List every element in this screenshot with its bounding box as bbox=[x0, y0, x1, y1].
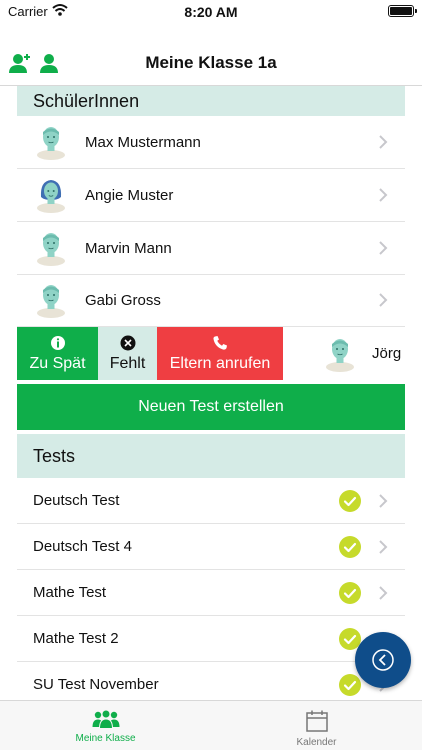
student-row[interactable]: Gabi Gross bbox=[17, 274, 405, 327]
student-row[interactable]: Max Mustermann bbox=[17, 116, 405, 169]
student-name: Gabi Gross bbox=[85, 291, 161, 309]
student-row[interactable]: Marvin Mann bbox=[17, 222, 405, 275]
back-fab-button[interactable] bbox=[355, 632, 411, 688]
male-student-avatar bbox=[33, 124, 69, 160]
create-test-button[interactable]: Neuen Test erstellen bbox=[17, 384, 405, 430]
check-icon bbox=[339, 535, 361, 558]
male-student-avatar bbox=[33, 282, 69, 318]
status-time: 8:20 AM bbox=[184, 4, 238, 20]
battery-icon bbox=[388, 5, 417, 17]
chevron-right-icon bbox=[377, 494, 389, 508]
tab-bar: Meine Klasse Kalender bbox=[0, 700, 422, 750]
calendar-icon bbox=[305, 710, 328, 732]
x-circle-icon bbox=[120, 335, 135, 351]
swiped-student: Jörg bbox=[322, 327, 401, 380]
chevron-right-icon bbox=[377, 135, 389, 149]
chevron-right-icon bbox=[377, 241, 389, 255]
tab-kalender[interactable]: Kalender bbox=[211, 701, 422, 751]
students-section-title: SchülerInnen bbox=[33, 90, 140, 111]
chevron-left-circle-icon bbox=[372, 649, 394, 671]
chevron-right-icon bbox=[377, 293, 389, 307]
late-action-button[interactable]: Zu Spät bbox=[17, 327, 98, 380]
students-section-header: SchülerInnen bbox=[17, 86, 405, 116]
tab-label: Kalender bbox=[296, 737, 337, 748]
test-row[interactable]: Deutsch Test 4 bbox=[17, 524, 405, 570]
test-row[interactable]: Deutsch Test bbox=[17, 478, 405, 524]
tests-section-header: Tests bbox=[17, 434, 405, 478]
tests-section-title: Tests bbox=[33, 445, 76, 466]
chevron-right-icon bbox=[377, 540, 389, 554]
test-row[interactable]: Mathe Test bbox=[17, 570, 405, 616]
student-name: Jörg bbox=[372, 345, 402, 362]
swiped-student-row[interactable]: Zu Spät Fehlt Eltern anrufen Jörg bbox=[17, 327, 405, 380]
test-name: Deutsch Test 4 bbox=[33, 538, 132, 555]
student-name: Max Mustermann bbox=[85, 133, 201, 151]
female-student-avatar bbox=[33, 177, 69, 213]
test-name: SU Test November bbox=[33, 676, 159, 693]
student-name: Marvin Mann bbox=[85, 239, 172, 257]
navigation-bar: Meine Klasse 1a bbox=[0, 24, 422, 86]
check-icon bbox=[339, 489, 361, 512]
call-parents-action-button[interactable]: Eltern anrufen bbox=[157, 327, 283, 380]
page-title: Meine Klasse 1a bbox=[145, 53, 277, 72]
check-icon bbox=[339, 581, 361, 604]
status-bar: Carrier 8:20 AM bbox=[0, 0, 422, 24]
class-icon bbox=[92, 709, 119, 729]
phone-icon bbox=[213, 336, 227, 350]
tab-label: Meine Klasse bbox=[75, 733, 136, 744]
male-student-avatar bbox=[322, 336, 358, 372]
test-name: Mathe Test 2 bbox=[33, 630, 119, 647]
test-name: Deutsch Test bbox=[33, 492, 120, 509]
call-parents-action-label: Eltern anrufen bbox=[169, 355, 271, 372]
student-name: Angie Muster bbox=[85, 186, 174, 204]
check-icon bbox=[339, 673, 361, 696]
test-row[interactable]: Mathe Test 2 bbox=[17, 616, 405, 662]
male-student-avatar bbox=[33, 230, 69, 266]
absent-action-button[interactable]: Fehlt bbox=[98, 327, 157, 380]
chevron-right-icon bbox=[377, 586, 389, 600]
tab-meine-klasse[interactable]: Meine Klasse bbox=[0, 701, 211, 751]
late-action-label: Zu Spät bbox=[29, 355, 86, 372]
info-icon bbox=[50, 336, 65, 350]
student-row[interactable]: Angie Muster bbox=[17, 169, 405, 222]
chevron-right-icon bbox=[377, 188, 389, 202]
absent-action-label: Fehlt bbox=[109, 355, 146, 372]
test-name: Mathe Test bbox=[33, 584, 107, 601]
